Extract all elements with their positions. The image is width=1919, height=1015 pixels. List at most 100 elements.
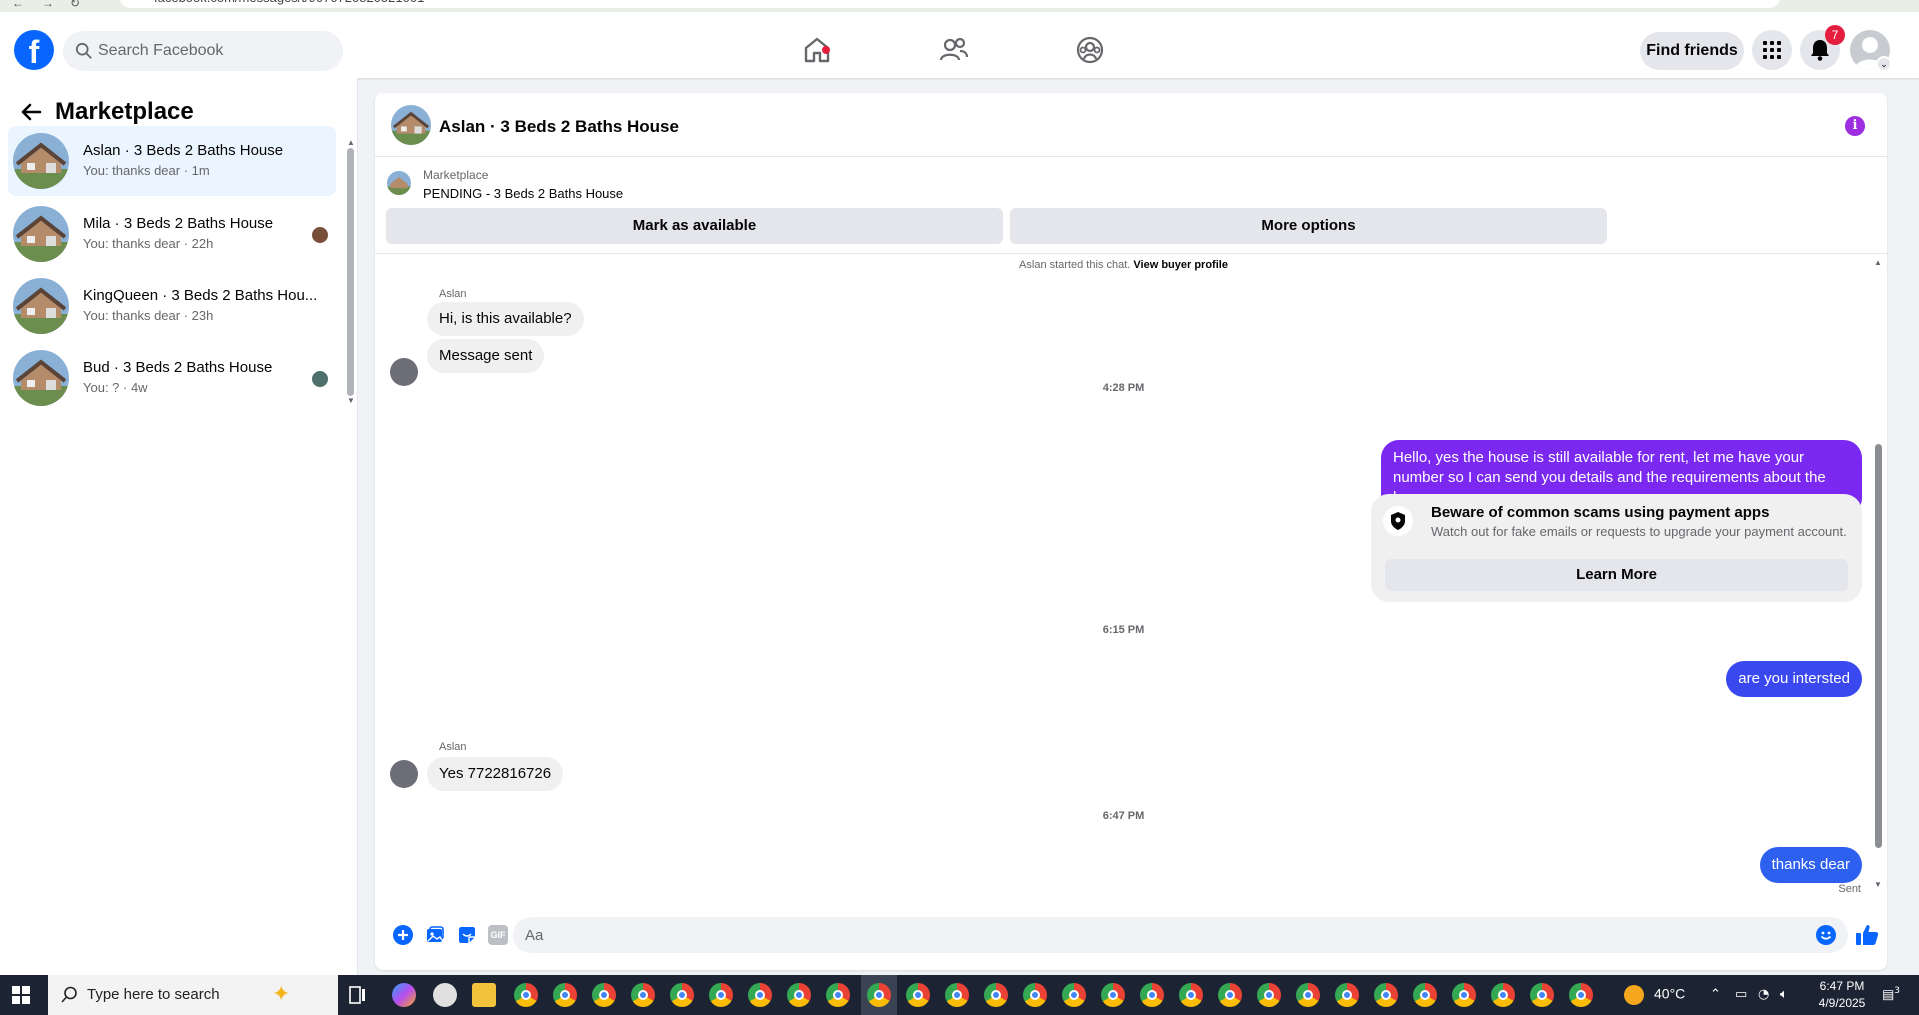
chat-panel: Aslan · 3 Beds 2 Baths House i Marketpla… [375,93,1887,970]
chrome-icon[interactable] [1218,983,1242,1007]
back-arrow-icon[interactable] [20,101,42,123]
facebook-logo[interactable]: f [14,30,54,70]
notification-center-icon[interactable]: ▤3 [1882,986,1900,1002]
incoming-message[interactable]: Hi, is this available? [427,302,584,336]
chrome-icon[interactable] [1335,983,1359,1007]
more-options-button[interactable]: More options [1010,208,1607,244]
chrome-icon[interactable] [1374,983,1398,1007]
thumbs-up-icon[interactable] [1855,923,1879,947]
chrome-icon[interactable] [748,983,772,1007]
plus-icon[interactable] [393,925,413,945]
info-icon[interactable]: i [1845,116,1865,136]
sender-avatar[interactable] [390,760,418,788]
chat-scrollbar[interactable]: ▲ ▼ [1873,258,1884,890]
chrome-icon[interactable] [1530,983,1554,1007]
mark-available-button[interactable]: Mark as available [386,208,1003,244]
chrome-icon[interactable] [984,983,1008,1007]
chrome-icon[interactable] [1296,983,1320,1007]
search-input[interactable] [98,31,333,71]
scroll-up-icon[interactable]: ▲ [347,138,355,147]
divider [375,253,1887,254]
sent-status: Sent [1838,883,1861,895]
conversation-item[interactable]: Mila · 3 Beds 2 Baths House You: thanks … [8,199,336,269]
notification-badge: 7 [1825,25,1845,45]
chrome-icon[interactable] [826,983,850,1007]
chrome-icon[interactable] [592,983,616,1007]
chrome-icon[interactable] [1101,983,1125,1007]
chrome-icon[interactable] [1257,983,1281,1007]
chrome-icon[interactable] [906,983,930,1007]
chrome-icon[interactable] [1140,983,1164,1007]
scrollbar-thumb[interactable] [347,148,354,396]
sender-name: Aslan [439,288,467,300]
system-clock[interactable]: 6:47 PM 4/9/2025 [1812,978,1872,1012]
chrome-icon[interactable] [1491,983,1515,1007]
chrome-icon[interactable] [709,983,733,1007]
app-icon[interactable] [433,983,457,1007]
chevron-up-icon[interactable]: ⌃ [1710,987,1721,1002]
view-buyer-profile-link[interactable]: View buyer profile [1133,259,1228,271]
listing-thumbnail [13,133,69,189]
scroll-down-icon[interactable]: ▼ [1874,880,1882,889]
chrome-icon[interactable] [1569,983,1593,1007]
chrome-icon[interactable] [867,983,891,1007]
gif-icon[interactable]: GIF [488,925,508,945]
sidebar-scrollbar[interactable]: ▲ ▼ [346,138,355,405]
conversation-item[interactable]: KingQueen · 3 Beds 2 Baths Hou... You: t… [8,271,336,341]
task-view-icon[interactable] [346,984,368,1006]
listing-status: PENDING - 3 Beds 2 Baths House [423,186,624,201]
chrome-icon[interactable] [553,983,577,1007]
time-separator: 4:28 PM [1102,382,1145,394]
copilot-icon[interactable] [392,983,416,1007]
outgoing-message[interactable]: thanks dear [1759,847,1862,883]
emoji-icon[interactable] [1816,925,1836,945]
meet-now-icon[interactable]: ▭ [1735,987,1747,1002]
back-icon[interactable]: ← [12,0,24,10]
windows-start-icon[interactable] [12,986,30,1004]
chrome-icon[interactable] [1413,983,1437,1007]
speaker-icon[interactable]: 🔈︎ [1780,987,1788,1002]
weather-widget[interactable]: 40°C [1624,985,1685,1005]
chrome-icon[interactable] [787,983,811,1007]
scam-warning-card: Beware of common scams using payment app… [1371,494,1862,602]
learn-more-button[interactable]: Learn More [1385,559,1848,591]
scroll-down-icon[interactable]: ▼ [347,396,355,405]
chrome-icon[interactable] [1452,983,1476,1007]
scam-warning-body: Watch out for fake emails or requests to… [1431,524,1847,539]
incoming-message[interactable]: Message sent [427,339,545,373]
bell-icon [1811,40,1829,61]
chevron-down-icon[interactable]: ⌄ [1876,56,1892,72]
chrome-icon[interactable] [945,983,969,1007]
menu-button[interactable] [1752,30,1792,70]
search-box[interactable] [63,31,343,71]
sticker-icon[interactable] [457,925,477,945]
chrome-icon[interactable] [514,983,538,1007]
outgoing-message[interactable]: are you intersted [1726,661,1862,697]
address-bar[interactable]: facebook.com/messages/t/9070720820521001 [120,0,1780,8]
network-icon[interactable]: ◔ [1758,987,1769,1002]
chrome-icon[interactable] [1179,983,1203,1007]
conversation-item[interactable]: Aslan · 3 Beds 2 Baths House You: thanks… [8,126,336,196]
chrome-icon[interactable] [670,983,694,1007]
photo-icon[interactable] [425,925,445,945]
message-input[interactable] [513,917,1848,953]
taskbar-search[interactable]: Type here to search ✦ [48,975,338,1015]
conversation-name: Aslan · 3 Beds 2 Baths House [83,142,284,159]
friends-icon[interactable] [938,34,970,66]
find-friends-button[interactable]: Find friends [1640,32,1744,70]
time-separator: 6:47 PM [1102,810,1145,822]
scrollbar-thumb[interactable] [1875,444,1882,848]
reload-icon[interactable]: ↻ [70,0,80,10]
chrome-icon[interactable] [1023,983,1047,1007]
groups-icon[interactable] [1074,34,1106,66]
incoming-message[interactable]: Yes 7722816726 [427,757,564,791]
conversation-item[interactable]: Bud · 3 Beds 2 Baths House You: ? · 4w [8,343,336,413]
chrome-icon[interactable] [1062,983,1086,1007]
chat-title[interactable]: Aslan · 3 Beds 2 Baths House [439,117,679,137]
taskbar-search-placeholder: Type here to search [87,986,220,1003]
file-explorer-icon[interactable] [472,983,496,1007]
forward-icon[interactable]: → [42,0,54,10]
scroll-up-icon[interactable]: ▲ [1874,258,1882,267]
chrome-icon[interactable] [631,983,655,1007]
chat-listing-thumbnail[interactable] [391,105,431,145]
